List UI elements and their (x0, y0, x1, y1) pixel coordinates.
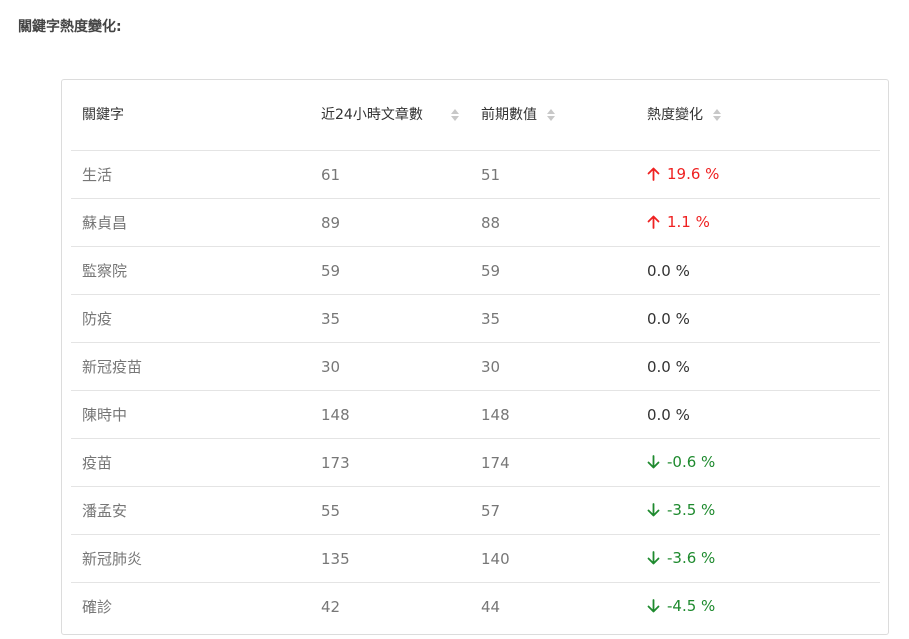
cell-keyword: 新冠疫苗 (71, 342, 310, 391)
cell-change: 19.6 % (636, 150, 880, 199)
change-text: -3.5 % (667, 500, 716, 519)
table-row: 潘孟安 55 57 -3.5 % (71, 486, 880, 535)
header-keyword-label: 關鍵字 (82, 106, 124, 123)
header-change-sortable[interactable]: 熱度變化 (636, 80, 880, 151)
page: 關鍵字熱度變化: 關鍵字 近24小時文章數 前期數值 熱度變化 生活 61 51… (0, 0, 909, 639)
cell-change: 0.0 % (636, 390, 880, 439)
page-title: 關鍵字熱度變化: (18, 19, 122, 35)
table-row: 確診 42 44 -4.5 % (71, 583, 880, 631)
cell-previous-value: 148 (470, 390, 636, 439)
change-value: -3.5 % (647, 501, 715, 519)
cell-recent-count: 55 (310, 486, 470, 535)
table-row: 防疫 35 35 0.0 % (71, 294, 880, 343)
arrow-up-icon (647, 215, 661, 229)
change-text: 1.1 % (667, 212, 710, 231)
header-previous-sortable[interactable]: 前期數值 (470, 80, 636, 151)
cell-change: -0.6 % (636, 438, 880, 487)
cell-recent-count: 148 (310, 390, 470, 439)
cell-change: 0.0 % (636, 246, 880, 295)
change-text: -3.6 % (667, 548, 716, 567)
cell-keyword: 陳時中 (71, 390, 310, 439)
cell-previous-value: 174 (470, 438, 636, 487)
cell-recent-count: 89 (310, 198, 470, 247)
cell-keyword: 監察院 (71, 246, 310, 295)
cell-previous-value: 88 (470, 198, 636, 247)
cell-keyword: 潘孟安 (71, 486, 310, 535)
header-previous-label: 前期數值 (481, 106, 537, 123)
table-row: 疫苗 173 174 -0.6 % (71, 438, 880, 487)
table-row: 陳時中 148 148 0.0 % (71, 390, 880, 439)
change-text: -0.6 % (667, 452, 716, 471)
cell-recent-count: 30 (310, 342, 470, 391)
change-value: 1.1 % (647, 213, 710, 231)
table-row: 新冠疫苗 30 30 0.0 % (71, 342, 880, 391)
change-text: 19.6 % (667, 164, 720, 183)
cell-previous-value: 35 (470, 294, 636, 343)
arrow-down-icon (647, 454, 661, 469)
table-body: 生活 61 51 19.6 % 蘇貞昌 89 88 1.1 % 監察院 59 59 0.0 % 防疫 35… (71, 150, 880, 631)
cell-recent-count: 35 (310, 294, 470, 343)
change-text: 0.0 % (647, 357, 690, 376)
change-value: 0.0 % (647, 310, 690, 328)
change-value: 0.0 % (647, 358, 690, 376)
cell-change: -3.5 % (636, 486, 880, 535)
change-text: 0.0 % (647, 261, 690, 280)
table-header-row: 關鍵字 近24小時文章數 前期數值 熱度變化 (71, 80, 880, 151)
cell-keyword: 生活 (71, 150, 310, 199)
cell-keyword: 防疫 (71, 294, 310, 343)
arrow-down-icon (647, 502, 661, 517)
header-recent-sortable[interactable]: 近24小時文章數 (310, 80, 470, 151)
cell-keyword: 確診 (82, 598, 113, 616)
cell-previous-value: 44 (481, 597, 501, 616)
cell-keyword: 疫苗 (71, 438, 310, 487)
header-keyword: 關鍵字 (71, 80, 310, 151)
cell-change: -3.6 % (636, 534, 880, 583)
cell-change: 1.1 % (636, 198, 880, 247)
cell-change: -4.5 % (636, 583, 880, 631)
keyword-table: 關鍵字 近24小時文章數 前期數值 熱度變化 生活 61 51 19.6 % 蘇… (71, 80, 880, 630)
change-value: -0.6 % (647, 453, 715, 471)
change-value: -3.6 % (647, 549, 715, 567)
change-value: -4.5 % (647, 597, 715, 615)
cell-previous-value: 30 (470, 342, 636, 391)
table-row: 蘇貞昌 89 88 1.1 % (71, 198, 880, 247)
change-value: 0.0 % (647, 406, 690, 424)
cell-previous-value: 57 (470, 486, 636, 535)
change-value: 19.6 % (647, 165, 719, 183)
arrow-down-icon (647, 550, 661, 565)
change-value: 0.0 % (647, 262, 690, 280)
cell-recent-count: 59 (310, 246, 470, 295)
cell-recent-count: 42 (321, 597, 341, 616)
sort-icon[interactable] (713, 108, 722, 122)
arrow-down-icon (647, 598, 661, 613)
cell-keyword: 新冠肺炎 (71, 534, 310, 583)
cell-previous-value: 59 (470, 246, 636, 295)
arrow-up-icon (647, 167, 661, 181)
cell-keyword: 蘇貞昌 (71, 198, 310, 247)
cell-recent-count: 61 (310, 150, 470, 199)
table-row: 新冠肺炎 135 140 -3.6 % (71, 534, 880, 583)
cell-previous-value: 51 (470, 150, 636, 199)
cell-change: 0.0 % (636, 342, 880, 391)
sort-icon[interactable] (451, 108, 460, 122)
cell-change: 0.0 % (636, 294, 880, 343)
cell-recent-count: 173 (310, 438, 470, 487)
change-text: 0.0 % (647, 309, 690, 328)
header-change-label: 熱度變化 (647, 106, 703, 123)
table-row: 監察院 59 59 0.0 % (71, 246, 880, 295)
cell-previous-value: 140 (470, 534, 636, 583)
header-recent-label: 近24小時文章數 (321, 106, 423, 123)
keyword-table-card: 關鍵字 近24小時文章數 前期數值 熱度變化 生活 61 51 19.6 % 蘇… (61, 79, 889, 635)
cell-recent-count: 135 (310, 534, 470, 583)
change-text: -4.5 % (667, 596, 716, 615)
change-text: 0.0 % (647, 405, 690, 424)
sort-icon[interactable] (547, 108, 556, 122)
table-row: 生活 61 51 19.6 % (71, 150, 880, 199)
